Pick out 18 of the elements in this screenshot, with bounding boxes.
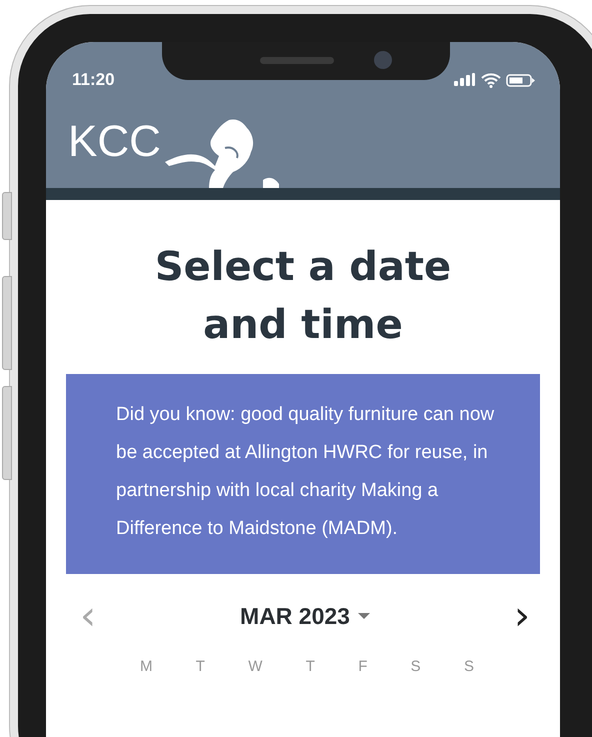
battery-icon bbox=[506, 74, 536, 86]
weekday-label: M bbox=[140, 658, 152, 675]
caret-icon bbox=[358, 612, 370, 620]
weekday-label: T bbox=[306, 658, 315, 675]
signal-icon bbox=[454, 73, 476, 87]
camera-dot bbox=[374, 51, 392, 69]
weekday-label: S bbox=[410, 658, 421, 675]
weekday-label: F bbox=[358, 658, 368, 675]
clock-time: 11:20 bbox=[72, 70, 115, 90]
weekday-label: T bbox=[196, 658, 205, 675]
weekday-label: W bbox=[248, 658, 262, 675]
wifi-icon bbox=[481, 72, 501, 88]
weekday-label: S bbox=[464, 658, 474, 675]
info-text: Did you know: good quality furniture can now be accepted at Allington HWRC for reuse, in partnership with local charity Making a Difference to Maidstone (MADM). bbox=[116, 403, 496, 541]
month-dropdown[interactable]: MAR 2023 bbox=[240, 602, 370, 630]
page-title: Select a date and time bbox=[154, 243, 452, 350]
next-month-button[interactable]: › bbox=[508, 596, 536, 636]
logo-text: KCC bbox=[68, 120, 161, 164]
